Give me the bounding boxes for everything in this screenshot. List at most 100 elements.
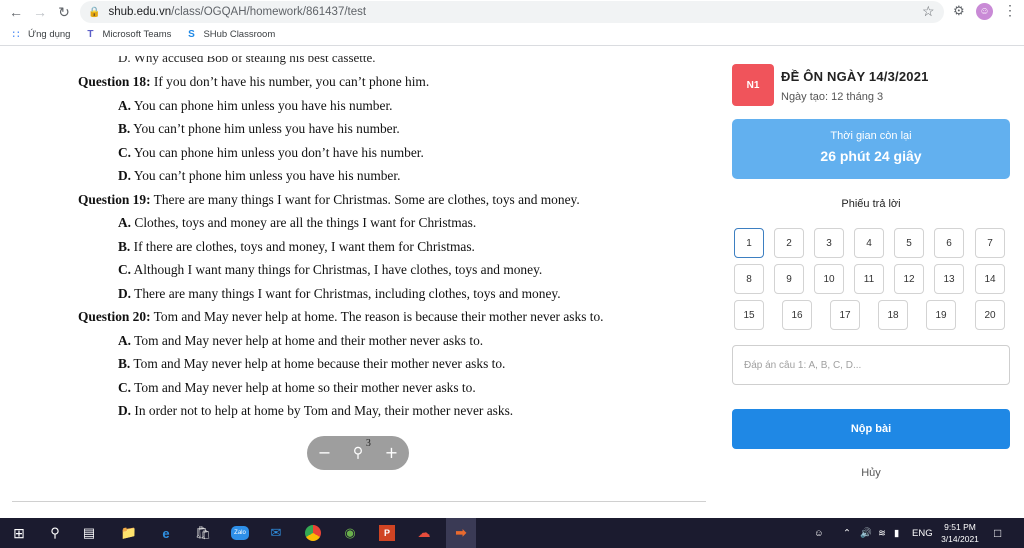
answer-cell-20[interactable]: 20 xyxy=(975,300,1005,330)
question-18-option-d: D. You can’t phone him unless you have h… xyxy=(118,168,401,183)
question-20-option-c: C. Tom and May never help at home so the… xyxy=(118,380,476,395)
answer-cell-11[interactable]: 11 xyxy=(854,264,884,294)
shub-icon: S xyxy=(188,29,195,40)
bookmark-apps[interactable]: ∷ Ứng dụng xyxy=(10,29,71,41)
answer-cell-16[interactable]: 16 xyxy=(782,300,812,330)
windows-start-icon[interactable]: ⊞ xyxy=(8,522,30,544)
forward-arrow-icon[interactable]: → xyxy=(28,0,52,24)
question-19-option-a: A. Clothes, toys and money are all the t… xyxy=(118,215,477,230)
magnifier-icon[interactable]: ⚲ 3 xyxy=(353,439,371,461)
cancel-link[interactable]: Hủy xyxy=(732,467,1010,479)
bookmark-label: Microsoft Teams xyxy=(102,29,172,40)
bookmark-shub[interactable]: S SHub Classroom xyxy=(185,29,275,41)
extensions-puzzle-icon[interactable]: ⚙ xyxy=(953,3,965,19)
bookmark-label: SHub Classroom xyxy=(203,29,276,40)
profile-avatar[interactable]: ☺ xyxy=(976,3,993,20)
cut-off-line: D. Why accused Bob of stealing his best … xyxy=(118,50,376,65)
lock-icon: 🔒 xyxy=(88,6,101,18)
wifi-icon[interactable]: ≋ xyxy=(878,518,886,548)
volume-icon[interactable]: 🔊 xyxy=(860,518,872,548)
answer-cell-1[interactable]: 1 xyxy=(734,228,764,258)
question-20-option-d: D. In order not to help at home by Tom a… xyxy=(118,403,514,418)
question-19-option-d: D. There are many things I want for Chri… xyxy=(118,286,561,301)
bookmarks-bar: ∷ Ứng dụng T Microsoft Teams S SHub Clas… xyxy=(0,24,1024,46)
active-app-icon[interactable]: ➡ xyxy=(446,518,476,548)
address-bar[interactable]: 🔒 shub.edu.vn/class/OGQAH/homework/86143… xyxy=(80,1,944,23)
edge-icon[interactable]: e xyxy=(155,522,177,544)
notifications-icon[interactable]: □ xyxy=(994,518,1001,548)
powerpoint-icon[interactable]: P xyxy=(376,522,398,544)
language-indicator[interactable]: ENG xyxy=(912,518,933,548)
answer-input[interactable] xyxy=(732,345,1010,385)
reload-icon[interactable]: ↻ xyxy=(52,0,76,24)
document-viewer[interactable]: D. Why accused Bob of stealing his best … xyxy=(0,46,716,518)
answer-cell-14[interactable]: 14 xyxy=(975,264,1005,294)
bookmark-star-icon[interactable]: ☆ xyxy=(922,3,935,20)
zoom-control: − ⚲ 3 + xyxy=(307,436,409,470)
question-19: Question 19: There are many things I wan… xyxy=(78,192,580,207)
tray-chevron-icon[interactable]: ⌃ xyxy=(843,518,851,548)
chrome-icon[interactable] xyxy=(302,522,324,544)
answer-panel: N1 ĐỀ ÔN NGÀY 14/3/2021 Ngày tạo: 12 thá… xyxy=(716,46,1024,518)
teams-icon: T xyxy=(87,29,94,40)
created-date: Ngày tạo: 12 tháng 3 xyxy=(781,91,884,103)
divider xyxy=(12,501,706,502)
url-path: /class/OGQAH/homework/861437/test xyxy=(171,6,367,18)
question-18: Question 18: If you don’t have his numbe… xyxy=(78,74,430,89)
answer-cell-2[interactable]: 2 xyxy=(774,228,804,258)
clock-date: 3/14/2021 xyxy=(941,534,979,544)
app-red-icon[interactable]: ☁ xyxy=(413,522,435,544)
bookmark-teams[interactable]: T Microsoft Teams xyxy=(84,29,171,41)
back-arrow-icon[interactable]: ← xyxy=(4,0,28,24)
menu-kebab-icon[interactable]: ⋮ xyxy=(1003,2,1017,19)
timer-value: 26 phút 24 giây xyxy=(820,148,922,164)
question-19-option-b: B. If there are clothes, toys and money,… xyxy=(118,239,475,254)
zalo-icon[interactable]: Zalo xyxy=(229,522,251,544)
answer-cell-15[interactable]: 15 xyxy=(734,300,764,330)
answer-cell-4[interactable]: 4 xyxy=(854,228,884,258)
question-18-option-a: A. You can phone him unless you have his… xyxy=(118,98,393,113)
class-badge: N1 xyxy=(732,64,774,106)
question-20-option-b: B. Tom and May never help at home becaus… xyxy=(118,356,506,371)
url-host: shub.edu.vn xyxy=(108,6,172,18)
page-number: 3 xyxy=(365,438,371,449)
apps-grid-icon: ∷ xyxy=(12,29,20,41)
answer-cell-17[interactable]: 17 xyxy=(830,300,860,330)
submit-button[interactable]: Nộp bài xyxy=(732,409,1010,449)
answer-cell-13[interactable]: 13 xyxy=(934,264,964,294)
clock[interactable]: 9:51 PM 3/14/2021 xyxy=(938,521,982,545)
zoom-out-button[interactable]: − xyxy=(318,445,331,461)
battery-icon[interactable]: ▮ xyxy=(894,518,899,548)
answer-cell-18[interactable]: 18 xyxy=(878,300,908,330)
question-20: Question 20: Tom and May never help at h… xyxy=(78,309,604,324)
mail-icon[interactable]: ✉ xyxy=(265,522,287,544)
answer-cell-5[interactable]: 5 xyxy=(894,228,924,258)
bookmark-label: Ứng dụng xyxy=(28,29,71,40)
exam-title: ĐỀ ÔN NGÀY 14/3/2021 xyxy=(781,69,929,84)
answer-cell-7[interactable]: 7 xyxy=(975,228,1005,258)
file-explorer-icon[interactable]: 📁 xyxy=(118,522,140,544)
app-green-icon[interactable]: ◉ xyxy=(339,522,361,544)
task-view-icon[interactable]: ▤ xyxy=(78,522,100,544)
zoom-in-button[interactable]: + xyxy=(385,445,398,461)
search-icon[interactable]: ⚲ xyxy=(44,522,66,544)
answer-cell-3[interactable]: 3 xyxy=(814,228,844,258)
browser-toolbar: ← → ↻ 🔒 shub.edu.vn/class/OGQAH/homework… xyxy=(0,0,1024,24)
answer-cell-6[interactable]: 6 xyxy=(934,228,964,258)
answer-cell-9[interactable]: 9 xyxy=(774,264,804,294)
answer-cell-12[interactable]: 12 xyxy=(894,264,924,294)
store-icon[interactable]: 🛍 xyxy=(192,522,214,544)
countdown-timer: Thời gian còn lại 26 phút 24 giây xyxy=(732,119,1010,179)
question-19-option-c: C. Although I want many things for Chris… xyxy=(118,262,543,277)
taskbar: ⊞ ⚲ ▤ 📁 e 🛍 Zalo ✉ ◉ P ☁ ➡ ☺ ⌃ 🔊 ≋ ▮ ENG… xyxy=(0,518,1024,548)
answer-sheet-title: Phiếu trả lời xyxy=(841,198,901,210)
question-20-option-a: A. Tom and May never help at home and th… xyxy=(118,333,484,348)
question-18-option-c: C. You can phone him unless you don’t ha… xyxy=(118,145,424,160)
timer-label: Thời gian còn lại xyxy=(830,130,912,142)
question-18-option-b: B. You can’t phone him unless you have h… xyxy=(118,121,400,136)
clock-time: 9:51 PM xyxy=(944,522,976,532)
people-icon[interactable]: ☺ xyxy=(814,518,824,548)
answer-cell-8[interactable]: 8 xyxy=(734,264,764,294)
answer-cell-10[interactable]: 10 xyxy=(814,264,844,294)
answer-cell-19[interactable]: 19 xyxy=(926,300,956,330)
